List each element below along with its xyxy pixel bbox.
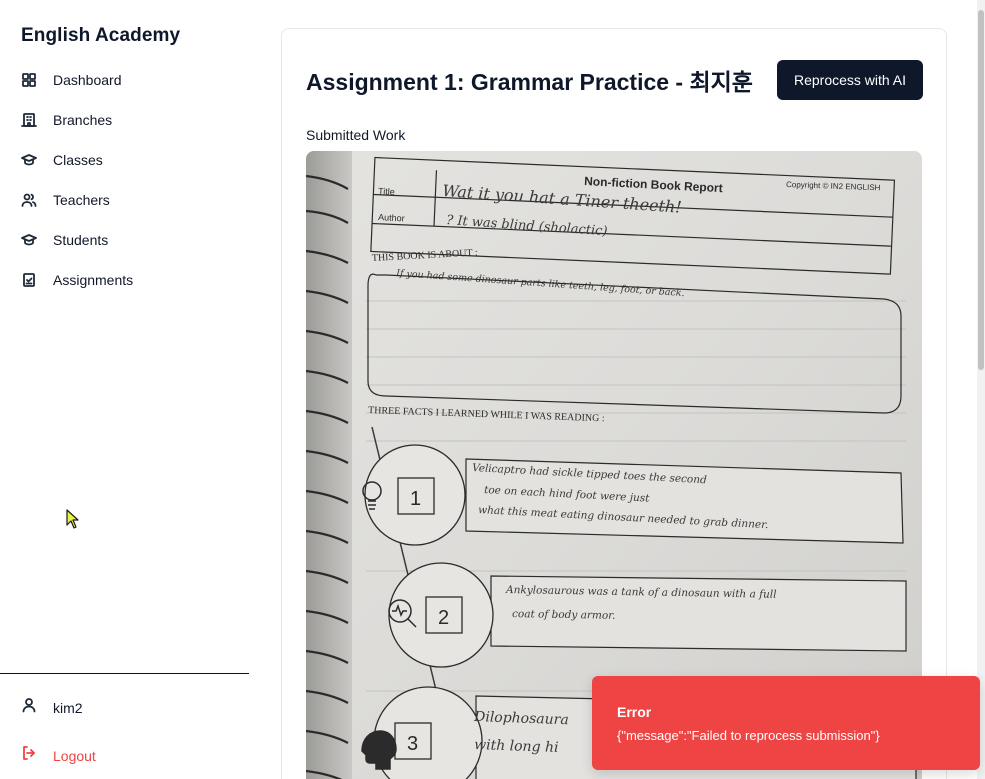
worksheet-author-label: Author — [378, 212, 405, 223]
user-icon — [21, 697, 37, 718]
fact-text: with long hi — [474, 737, 559, 756]
logout-button[interactable]: Logout — [21, 745, 96, 766]
sidebar-item-dashboard[interactable]: Dashboard — [0, 60, 249, 100]
scrollbar-thumb[interactable] — [978, 10, 984, 370]
sidebar: English Academy Dashboard Branches Class… — [0, 0, 249, 779]
graduation-cap-icon — [21, 152, 37, 168]
assignment-card: Assignment 1: Grammar Practice - 최지훈 Rep… — [281, 28, 947, 779]
sidebar-item-label: Assignments — [53, 272, 134, 288]
clipboard-check-icon — [21, 272, 37, 288]
sidebar-item-label: Classes — [53, 152, 103, 168]
graduation-cap-icon — [21, 232, 37, 248]
brand-title: English Academy — [21, 25, 181, 46]
sidebar-item-classes[interactable]: Classes — [0, 140, 249, 180]
sidebar-item-branches[interactable]: Branches — [0, 100, 249, 140]
sidebar-item-assignments[interactable]: Assignments — [0, 260, 249, 300]
fact-text: Dilophosaura — [473, 709, 569, 728]
sidebar-item-label: Branches — [53, 112, 113, 128]
username: kim2 — [53, 699, 83, 716]
sidebar-item-label: Teachers — [53, 192, 110, 208]
submitted-work-label: Submitted Work — [306, 127, 406, 143]
sidebar-divider — [0, 673, 249, 674]
reprocess-button[interactable]: Reprocess with AI — [777, 60, 923, 100]
error-toast[interactable]: Error {"message":"Failed to reprocess su… — [592, 676, 980, 770]
mouse-cursor-icon — [66, 509, 79, 529]
users-icon — [21, 192, 37, 208]
current-user: kim2 — [21, 697, 83, 718]
app-root: English Academy Dashboard Branches Class… — [0, 0, 985, 779]
dashboard-icon — [21, 72, 37, 88]
building-icon — [21, 112, 37, 128]
worksheet-title-label: Title — [378, 186, 395, 197]
fact-number: 2 — [438, 607, 449, 629]
sidebar-item-label: Students — [53, 232, 109, 248]
sidebar-item-students[interactable]: Students — [0, 220, 249, 260]
toast-message: {"message":"Failed to reprocess submissi… — [617, 728, 880, 743]
sidebar-nav: Dashboard Branches Classes Teachers Stud… — [0, 60, 249, 300]
logout-label: Logout — [53, 747, 96, 764]
fact-text: coat of body armor. — [512, 608, 616, 622]
page-title: Assignment 1: Grammar Practice - 최지훈 — [306, 69, 753, 95]
sidebar-item-label: Dashboard — [53, 72, 122, 88]
logout-icon — [21, 745, 37, 766]
page-scrollbar[interactable] — [977, 0, 985, 779]
toast-title: Error — [617, 704, 652, 720]
fact-number: 3 — [407, 733, 418, 755]
fact-number: 1 — [410, 488, 421, 510]
sidebar-item-teachers[interactable]: Teachers — [0, 180, 249, 220]
